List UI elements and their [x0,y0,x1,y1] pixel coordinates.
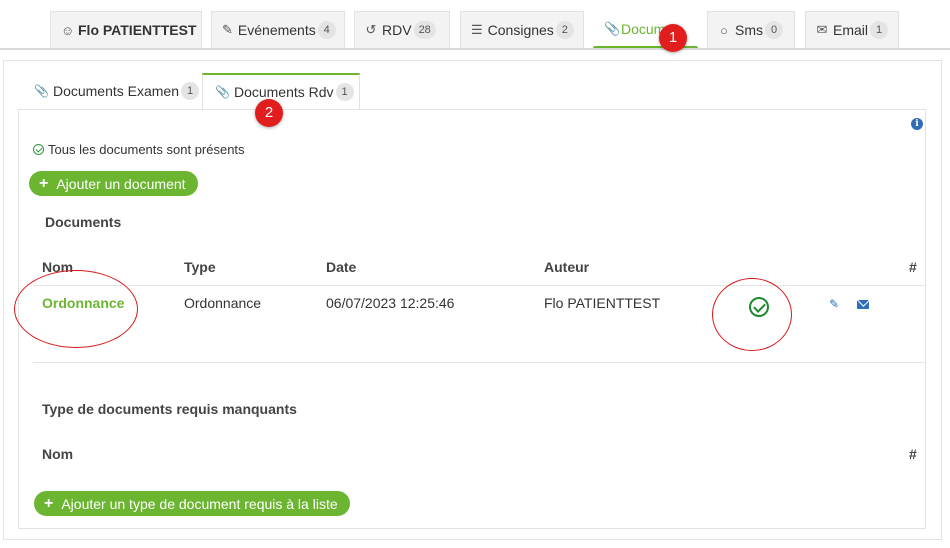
sub-tab-bar: 📎 Documents Examen 1 📎 Documents Rdv 1 [4,61,941,109]
pencil-icon: ✎ [222,22,233,37]
missing-section-title: Type de documents requis manquants [42,401,297,417]
subtab-label: Documents Rdv [233,84,334,100]
user-icon: ☺ [61,22,75,38]
history-icon: ↺ [365,22,377,37]
tab-consignes[interactable]: ☰ Consignes 2 [460,11,584,48]
documents-panel: 📎 Documents Examen 1 📎 Documents Rdv 1 [3,60,942,540]
table-header-divider [33,285,925,286]
paperclip-icon: 📎 [34,84,49,98]
tab-evenements[interactable]: ✎ Evénements 4 [211,11,345,48]
annotation-marker-1: 1 [659,24,687,52]
count-badge: 0 [765,21,783,39]
envelope-icon[interactable] [857,300,869,309]
subtab-label: Documents Examen [52,83,180,99]
column-header-actions: # [909,259,917,275]
status-message: Tous les documents sont présents [33,142,245,157]
check-circle-icon [33,144,44,155]
subtab-documents-rdv[interactable]: 📎 Documents Rdv 1 [202,73,360,109]
status-text: Tous les documents sont présents [48,142,245,157]
add-required-type-button[interactable]: + Ajouter un type de document requis à l… [34,491,350,516]
paperclip-icon: 📎 [215,85,230,99]
comment-icon: ○ [720,22,728,38]
subtab-documents-examen[interactable]: 📎 Documents Examen 1 [22,73,211,109]
tab-rdv[interactable]: ↺ RDV 28 [354,11,450,48]
count-badge: 1 [870,21,888,39]
top-tab-bar: ☺ Flo PATIENTTEST ✎ Evénements 4 ↺ RDV 2… [0,0,950,50]
tab-label: Sms [735,22,763,38]
tab-email[interactable]: ✉ Email 1 [805,11,899,48]
column-header-auteur: Auteur [544,259,590,275]
paperclip-icon: 📎 [604,21,621,36]
tab-sms[interactable]: ○ Sms 0 [707,11,795,48]
tab-label: RDV [382,22,412,38]
edit-icon[interactable]: ✎ [829,298,841,310]
tab-bar-baseline [0,48,950,50]
annotation-marker-2: 2 [255,99,283,127]
document-date: 06/07/2023 12:25:46 [326,295,455,311]
tab-label: Evénements [237,22,316,38]
envelope-icon: ✉ [816,22,828,37]
missing-column-header-actions: # [909,446,917,462]
tab-label: Consignes [487,22,554,38]
document-type: Ordonnance [184,295,262,311]
documents-section-title: Documents [45,214,122,230]
plus-icon: + [39,174,49,192]
list-icon: ☰ [471,22,483,37]
button-label: Ajouter un document [56,175,186,192]
column-header-date: Date [326,259,357,275]
tab-label: Flo PATIENTTEST [78,22,197,38]
count-badge: 4 [317,21,336,39]
annotation-ring-name [14,270,138,348]
button-label: Ajouter un type de document requis à la … [61,495,338,512]
tab-label: Email [832,22,868,38]
count-badge: 28 [413,21,436,39]
section-divider [33,362,925,363]
missing-column-header-nom: Nom [42,446,74,462]
document-author: Flo PATIENTTEST [544,295,661,311]
info-icon[interactable]: i [911,118,923,130]
column-header-type: Type [184,259,216,275]
annotation-ring-status [712,278,792,351]
count-badge: 2 [555,21,574,39]
add-document-button[interactable]: + Ajouter un document [29,171,198,196]
count-badge: 1 [181,82,200,100]
plus-icon: + [44,494,54,512]
tab-patient[interactable]: ☺ Flo PATIENTTEST [50,11,202,48]
count-badge: 1 [335,83,354,101]
